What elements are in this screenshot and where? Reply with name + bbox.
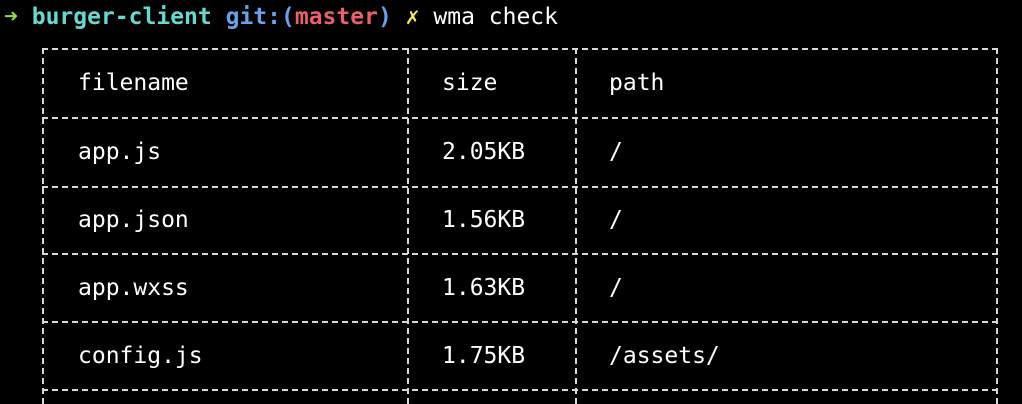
table-cell-path: / [609,139,623,165]
table-cell-filename: app.json [78,207,189,233]
column-header-size: size [442,70,498,96]
table-cell-path: / [609,275,623,301]
table-column-divider [575,48,577,404]
table-row-divider [42,117,998,119]
table-cell-size: 1.63KB [442,275,526,301]
table-border-right [996,48,998,404]
table-row-divider [42,253,998,255]
table-cell-filename: config.js [78,343,203,369]
column-header-path: path [609,70,665,96]
table-cell-filename: app.js [78,139,162,165]
file-size-table: filename size path app.js 2.05KB / app.j… [0,0,1022,404]
table-cell-size: 2.05KB [442,139,526,165]
table-row-divider [42,321,998,323]
table-row-divider [42,389,998,391]
table-column-divider [407,48,409,404]
table-border-left [42,48,44,404]
table-cell-path: / [609,207,623,233]
table-cell-size: 1.56KB [442,207,526,233]
column-header-filename: filename [78,70,189,96]
table-cell-filename: app.wxss [78,275,189,301]
table-border-top [42,48,998,50]
table-cell-size: 1.75KB [442,343,526,369]
table-cell-path: /assets/ [609,343,720,369]
table-row-divider [42,186,998,188]
